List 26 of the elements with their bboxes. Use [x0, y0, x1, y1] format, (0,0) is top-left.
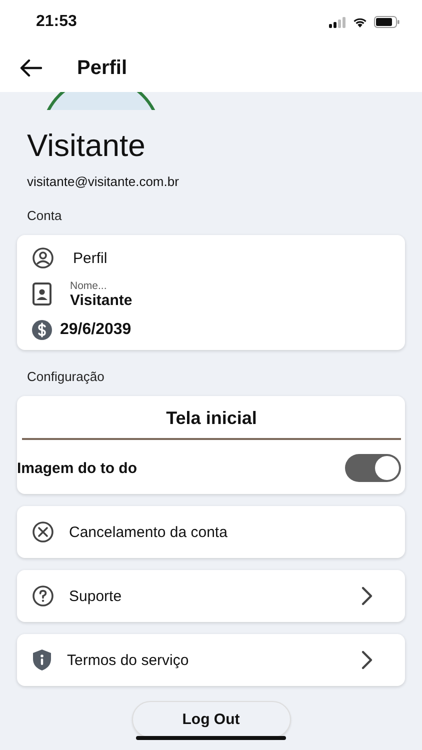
shield-info-icon: [32, 649, 52, 671]
menu-item[interactable]: Cancelamento da conta: [17, 506, 405, 558]
section-label: Configuração: [26, 369, 106, 384]
id-badge-icon: [32, 282, 52, 306]
user-circle-icon: [32, 247, 54, 269]
profile-email: visitante@visitante.com.br: [26, 174, 180, 189]
signal-icon: [329, 16, 346, 28]
profile-name: Visitante: [26, 128, 146, 164]
status-time: 21:53: [36, 13, 77, 31]
back-arrow-icon[interactable]: [20, 59, 42, 77]
wifi-icon: [352, 16, 368, 28]
profile-link[interactable]: Perfil: [73, 250, 108, 266]
name-field[interactable]: Nome... Visitante: [70, 280, 132, 308]
toggle-label: Imagem do to do: [17, 460, 137, 476]
card-title: Tela inicial: [22, 396, 401, 440]
battery-icon: [374, 16, 400, 28]
toggle-switch[interactable]: [345, 454, 401, 482]
logout-button[interactable]: Log Out: [132, 701, 290, 738]
section-label: Conta: [26, 208, 63, 223]
close-circle-icon: [32, 521, 54, 543]
expiry-date: 29/6/2039: [60, 321, 132, 339]
menu-item[interactable]: Termos do serviço: [17, 634, 405, 686]
dollar-icon: [32, 320, 52, 340]
page-title: Perfil: [77, 56, 128, 80]
menu-item[interactable]: Suporte: [17, 570, 405, 622]
help-icon: [32, 585, 54, 607]
